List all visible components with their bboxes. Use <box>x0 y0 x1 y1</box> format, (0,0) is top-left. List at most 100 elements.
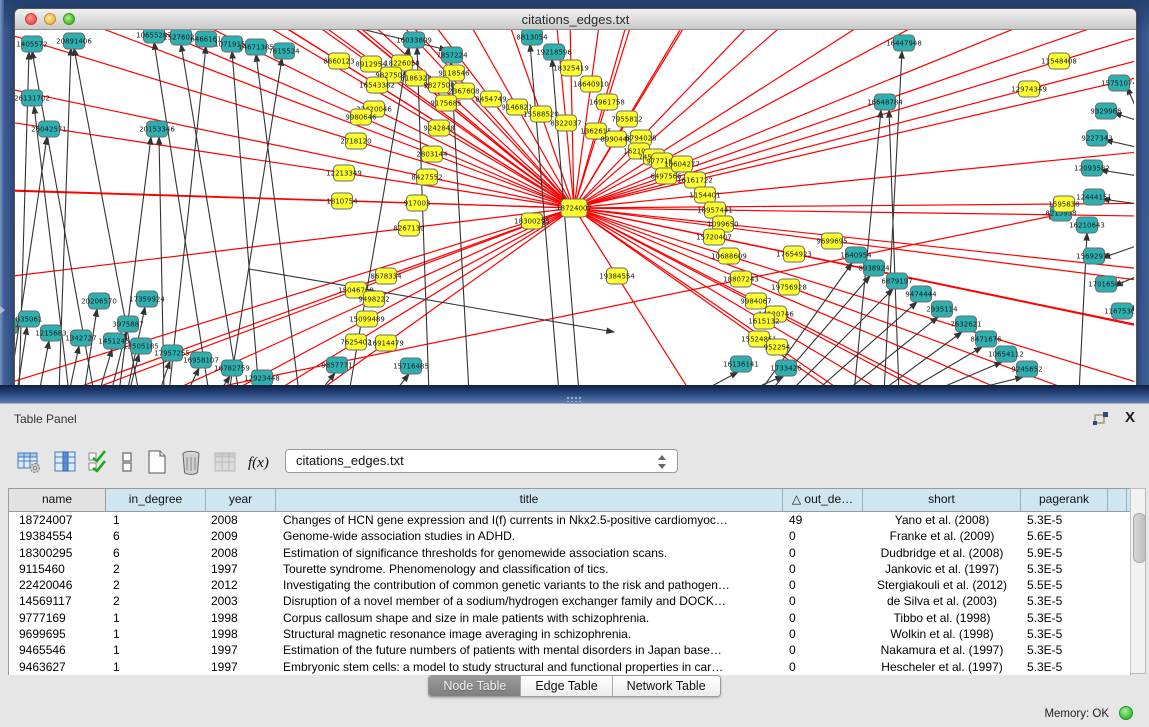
table-scrollbar[interactable] <box>1130 488 1146 674</box>
close-panel-icon[interactable]: X <box>1125 409 1135 426</box>
graph-node[interactable]: 16961758 <box>589 94 625 110</box>
graph-node[interactable]: 8678334 <box>370 268 402 284</box>
graph-node[interactable]: 9329966 <box>1090 103 1122 119</box>
function-builder-icon[interactable]: f(x) <box>246 449 272 475</box>
select-all-icon[interactable] <box>86 449 112 475</box>
table-row[interactable]: 1872400712008Changes of HCN gene express… <box>9 512 1130 528</box>
column-header-title[interactable]: title <box>276 489 783 511</box>
tab-node-table[interactable]: Node Table <box>429 676 521 696</box>
column-visibility-icon[interactable] <box>52 449 78 475</box>
graph-node[interactable]: 16161722 <box>677 172 713 188</box>
tab-network-table[interactable]: Network Table <box>613 676 720 696</box>
graph-node[interactable]: 20891406 <box>56 33 92 49</box>
network-canvas[interactable]: 1405572208914061065528715276021646616110… <box>15 30 1134 386</box>
graph-node[interactable]: 9227343 <box>1081 130 1112 146</box>
graph-node[interactable]: 15751074 <box>1101 75 1134 91</box>
graph-node[interactable]: 7625402 <box>340 334 371 350</box>
table-row[interactable]: 911546021997Tourette syndrome. Phenomeno… <box>9 561 1130 577</box>
graph-node[interactable]: 10688609 <box>711 248 747 264</box>
column-header-name[interactable]: name <box>9 489 106 511</box>
graph-node[interactable]: 1733426 <box>770 360 802 376</box>
graph-node[interactable]: 7955812 <box>611 111 642 127</box>
graph-node[interactable]: 20206570 <box>81 293 117 309</box>
graph-node[interactable]: 26131702 <box>15 90 50 106</box>
graph-node[interactable]: 10654112 <box>988 346 1024 362</box>
graph-node[interactable]: 16648784 <box>867 94 903 110</box>
column-header-year[interactable]: year <box>206 489 276 511</box>
toggle-details-icon[interactable] <box>114 449 140 475</box>
graph-node[interactable]: 8471676 <box>970 331 1002 347</box>
graph-node[interactable]: 7857224 <box>436 47 468 63</box>
graph-node[interactable]: 8427552 <box>411 169 442 185</box>
graph-node[interactable]: 17016504 <box>1088 276 1124 292</box>
float-window-icon[interactable] <box>1092 411 1109 431</box>
svg-text:9329966: 9329966 <box>1090 107 1122 115</box>
graph-node[interactable]: 15099489 <box>349 311 385 327</box>
table-row[interactable]: 946554611997Estimation of the future num… <box>9 642 1130 658</box>
graph-node[interactable]: 19384554 <box>599 268 635 284</box>
table-row[interactable]: 946362711997Embryonic stem cells: a mode… <box>9 659 1130 675</box>
graph-node[interactable]: 15716485 <box>393 358 429 374</box>
graph-node[interactable]: 835061 <box>16 311 43 327</box>
tab-edge-table[interactable]: Edge Table <box>521 676 612 696</box>
graph-node[interactable]: 2718120 <box>340 133 371 149</box>
table-select[interactable]: citations_edges.txt <box>285 449 678 473</box>
table-settings-icon[interactable] <box>16 449 42 475</box>
table-row[interactable]: 1830029562008Estimation of significance … <box>9 545 1130 561</box>
graph-node[interactable]: 2935114 <box>926 301 958 317</box>
graph-node[interactable]: 16033809 <box>396 32 432 48</box>
graph-node[interactable]: 11548408 <box>1041 53 1077 69</box>
graph-node[interactable]: 1810754 <box>326 193 358 209</box>
graph-node[interactable]: 8660123 <box>323 53 354 69</box>
network-graph[interactable]: 1405572208914061065528715276021646616110… <box>15 30 1134 386</box>
graph-node[interactable]: 16210643 <box>1069 217 1105 233</box>
graph-node[interactable]: 18640910 <box>573 76 609 92</box>
graph-node[interactable]: 18724007 <box>556 199 592 217</box>
graph-node[interactable]: 6879197 <box>881 273 912 289</box>
graph-node[interactable]: 17359924 <box>129 291 165 307</box>
graph-node[interactable]: 16136141 <box>723 356 759 372</box>
graph-node[interactable]: 17654923 <box>776 246 812 262</box>
panel-collapse-arrow-icon[interactable] <box>0 306 5 314</box>
graph-node[interactable]: 3975887 <box>112 316 143 332</box>
graph-node[interactable]: 7632621 <box>950 316 981 332</box>
graph-node[interactable]: 1154401 <box>689 187 720 203</box>
splitter-handle[interactable] <box>566 396 582 402</box>
table-row[interactable]: 969969511998Structural magnetic resonanc… <box>9 626 1130 642</box>
column-header-pagerank[interactable]: pagerank <box>1021 489 1108 511</box>
graph-node[interactable]: 11675300 <box>1104 303 1134 319</box>
column-header-short[interactable]: short <box>863 489 1021 511</box>
graph-node[interactable]: 8813054 <box>516 30 548 45</box>
graph-node[interactable]: 12974349 <box>1011 81 1047 97</box>
svg-text:18957441: 18957441 <box>697 206 733 214</box>
graph-node[interactable]: 8267130 <box>393 220 424 236</box>
column-header-out_de[interactable]: △ out_de… <box>783 489 863 511</box>
network-view-window: citations_edges.txt 14055722089140610655… <box>14 8 1137 389</box>
graph-node[interactable]: 19756928 <box>771 279 807 295</box>
graph-node[interactable]: 16447948 <box>886 35 922 51</box>
graph-node[interactable]: 9242848 <box>423 120 454 136</box>
table-row[interactable]: 977716911998Corpus callosum shape and si… <box>9 610 1130 626</box>
graph-node[interactable]: 19218596 <box>536 44 572 60</box>
scrollbar-thumb[interactable] <box>1133 513 1146 563</box>
graph-node[interactable]: 12923448 <box>244 370 280 386</box>
graph-node[interactable]: 9245652 <box>1011 361 1042 377</box>
table-row[interactable]: 1456911722003Disruption of a novel membe… <box>9 593 1130 609</box>
graph-node[interactable]: 917003 <box>404 195 431 211</box>
graph-node[interactable]: 16914479 <box>368 335 404 351</box>
column-header-in_degree[interactable]: in_degree <box>106 489 206 511</box>
table-row[interactable]: 2242004622012Investigating the contribut… <box>9 577 1130 593</box>
cell-short: de Silva et al. (2003) <box>863 593 1021 609</box>
graph-node[interactable]: 18325419 <box>553 60 589 76</box>
graph-node[interactable]: 952254 <box>764 339 791 355</box>
graph-node[interactable]: 15692971 <box>1076 248 1112 264</box>
graph-node[interactable]: 12444151 <box>1076 189 1112 205</box>
delete-table-icon[interactable] <box>178 449 204 475</box>
graph-node[interactable]: 12213349 <box>326 165 362 181</box>
graph-node[interactable]: 9699695 <box>816 233 847 249</box>
graph-node[interactable]: 12093582 <box>1074 160 1110 176</box>
network-window-titlebar[interactable]: citations_edges.txt <box>15 9 1136 30</box>
graph-node[interactable]: 9474444 <box>905 286 937 302</box>
new-table-icon[interactable] <box>144 449 170 475</box>
table-row[interactable]: 1938455462009Genome-wide association stu… <box>9 528 1130 544</box>
